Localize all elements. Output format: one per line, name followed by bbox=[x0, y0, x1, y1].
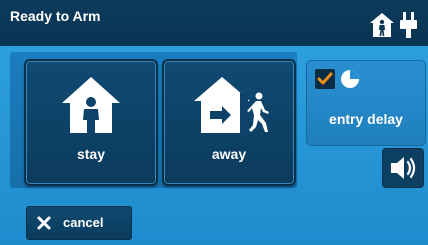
status-icons bbox=[366, 10, 422, 40]
entry-delay-label: entry delay bbox=[329, 111, 403, 127]
page-title: Ready to Arm bbox=[10, 8, 101, 24]
entry-delay-checkbox[interactable] bbox=[315, 69, 335, 89]
header-bar: Ready to Arm bbox=[0, 0, 428, 46]
away-label: away bbox=[211, 146, 247, 162]
stay-home-icon bbox=[62, 77, 120, 133]
power-plug-icon bbox=[400, 12, 417, 38]
cancel-label: cancel bbox=[63, 215, 104, 230]
home-person-icon bbox=[370, 13, 394, 37]
checkmark-icon bbox=[317, 72, 333, 85]
arming-screen: Ready to Arm stay away entry delay cance… bbox=[0, 0, 428, 245]
volume-icon bbox=[391, 157, 416, 179]
cancel-button[interactable]: cancel bbox=[26, 206, 132, 240]
stay-button[interactable]: stay bbox=[24, 59, 158, 186]
clock-icon bbox=[341, 70, 359, 88]
stay-label: stay bbox=[76, 146, 106, 162]
entry-delay-button[interactable]: entry delay bbox=[306, 60, 426, 146]
volume-button[interactable] bbox=[382, 148, 424, 188]
away-home-icon bbox=[194, 77, 269, 133]
close-icon bbox=[37, 216, 51, 230]
arm-mode-panel: stay away bbox=[10, 52, 297, 188]
away-button[interactable]: away bbox=[162, 59, 296, 186]
